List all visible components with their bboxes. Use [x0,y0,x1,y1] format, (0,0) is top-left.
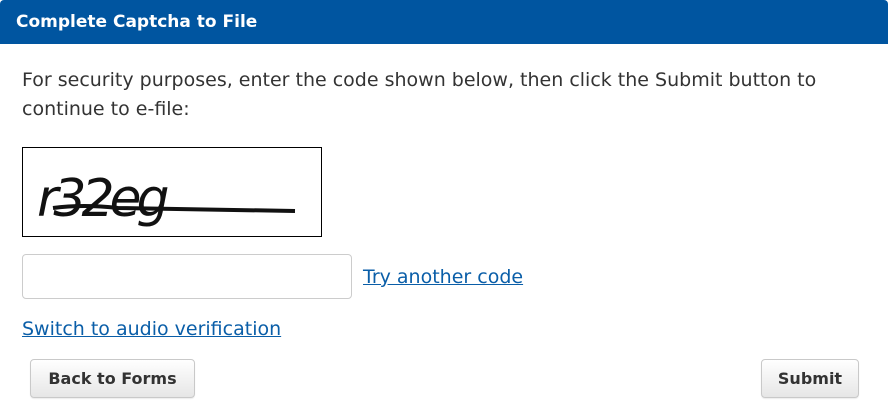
captcha-code-graphic: r32eg [37,169,296,229]
submit-button[interactable]: Submit [761,359,859,398]
dialog-title: Complete Captcha to File [16,12,258,32]
dialog-header: Complete Captcha to File [0,0,888,44]
audio-verification-link[interactable]: Switch to audio verification [22,317,281,341]
instructions-text: For security purposes, enter the code sh… [22,69,817,120]
captcha-code-text: r32eg [37,169,168,229]
back-to-forms-button[interactable]: Back to Forms [30,359,195,398]
captcha-image: r32eg [22,147,322,237]
try-another-code-link[interactable]: Try another code [363,265,523,289]
captcha-code-input[interactable] [22,254,352,299]
